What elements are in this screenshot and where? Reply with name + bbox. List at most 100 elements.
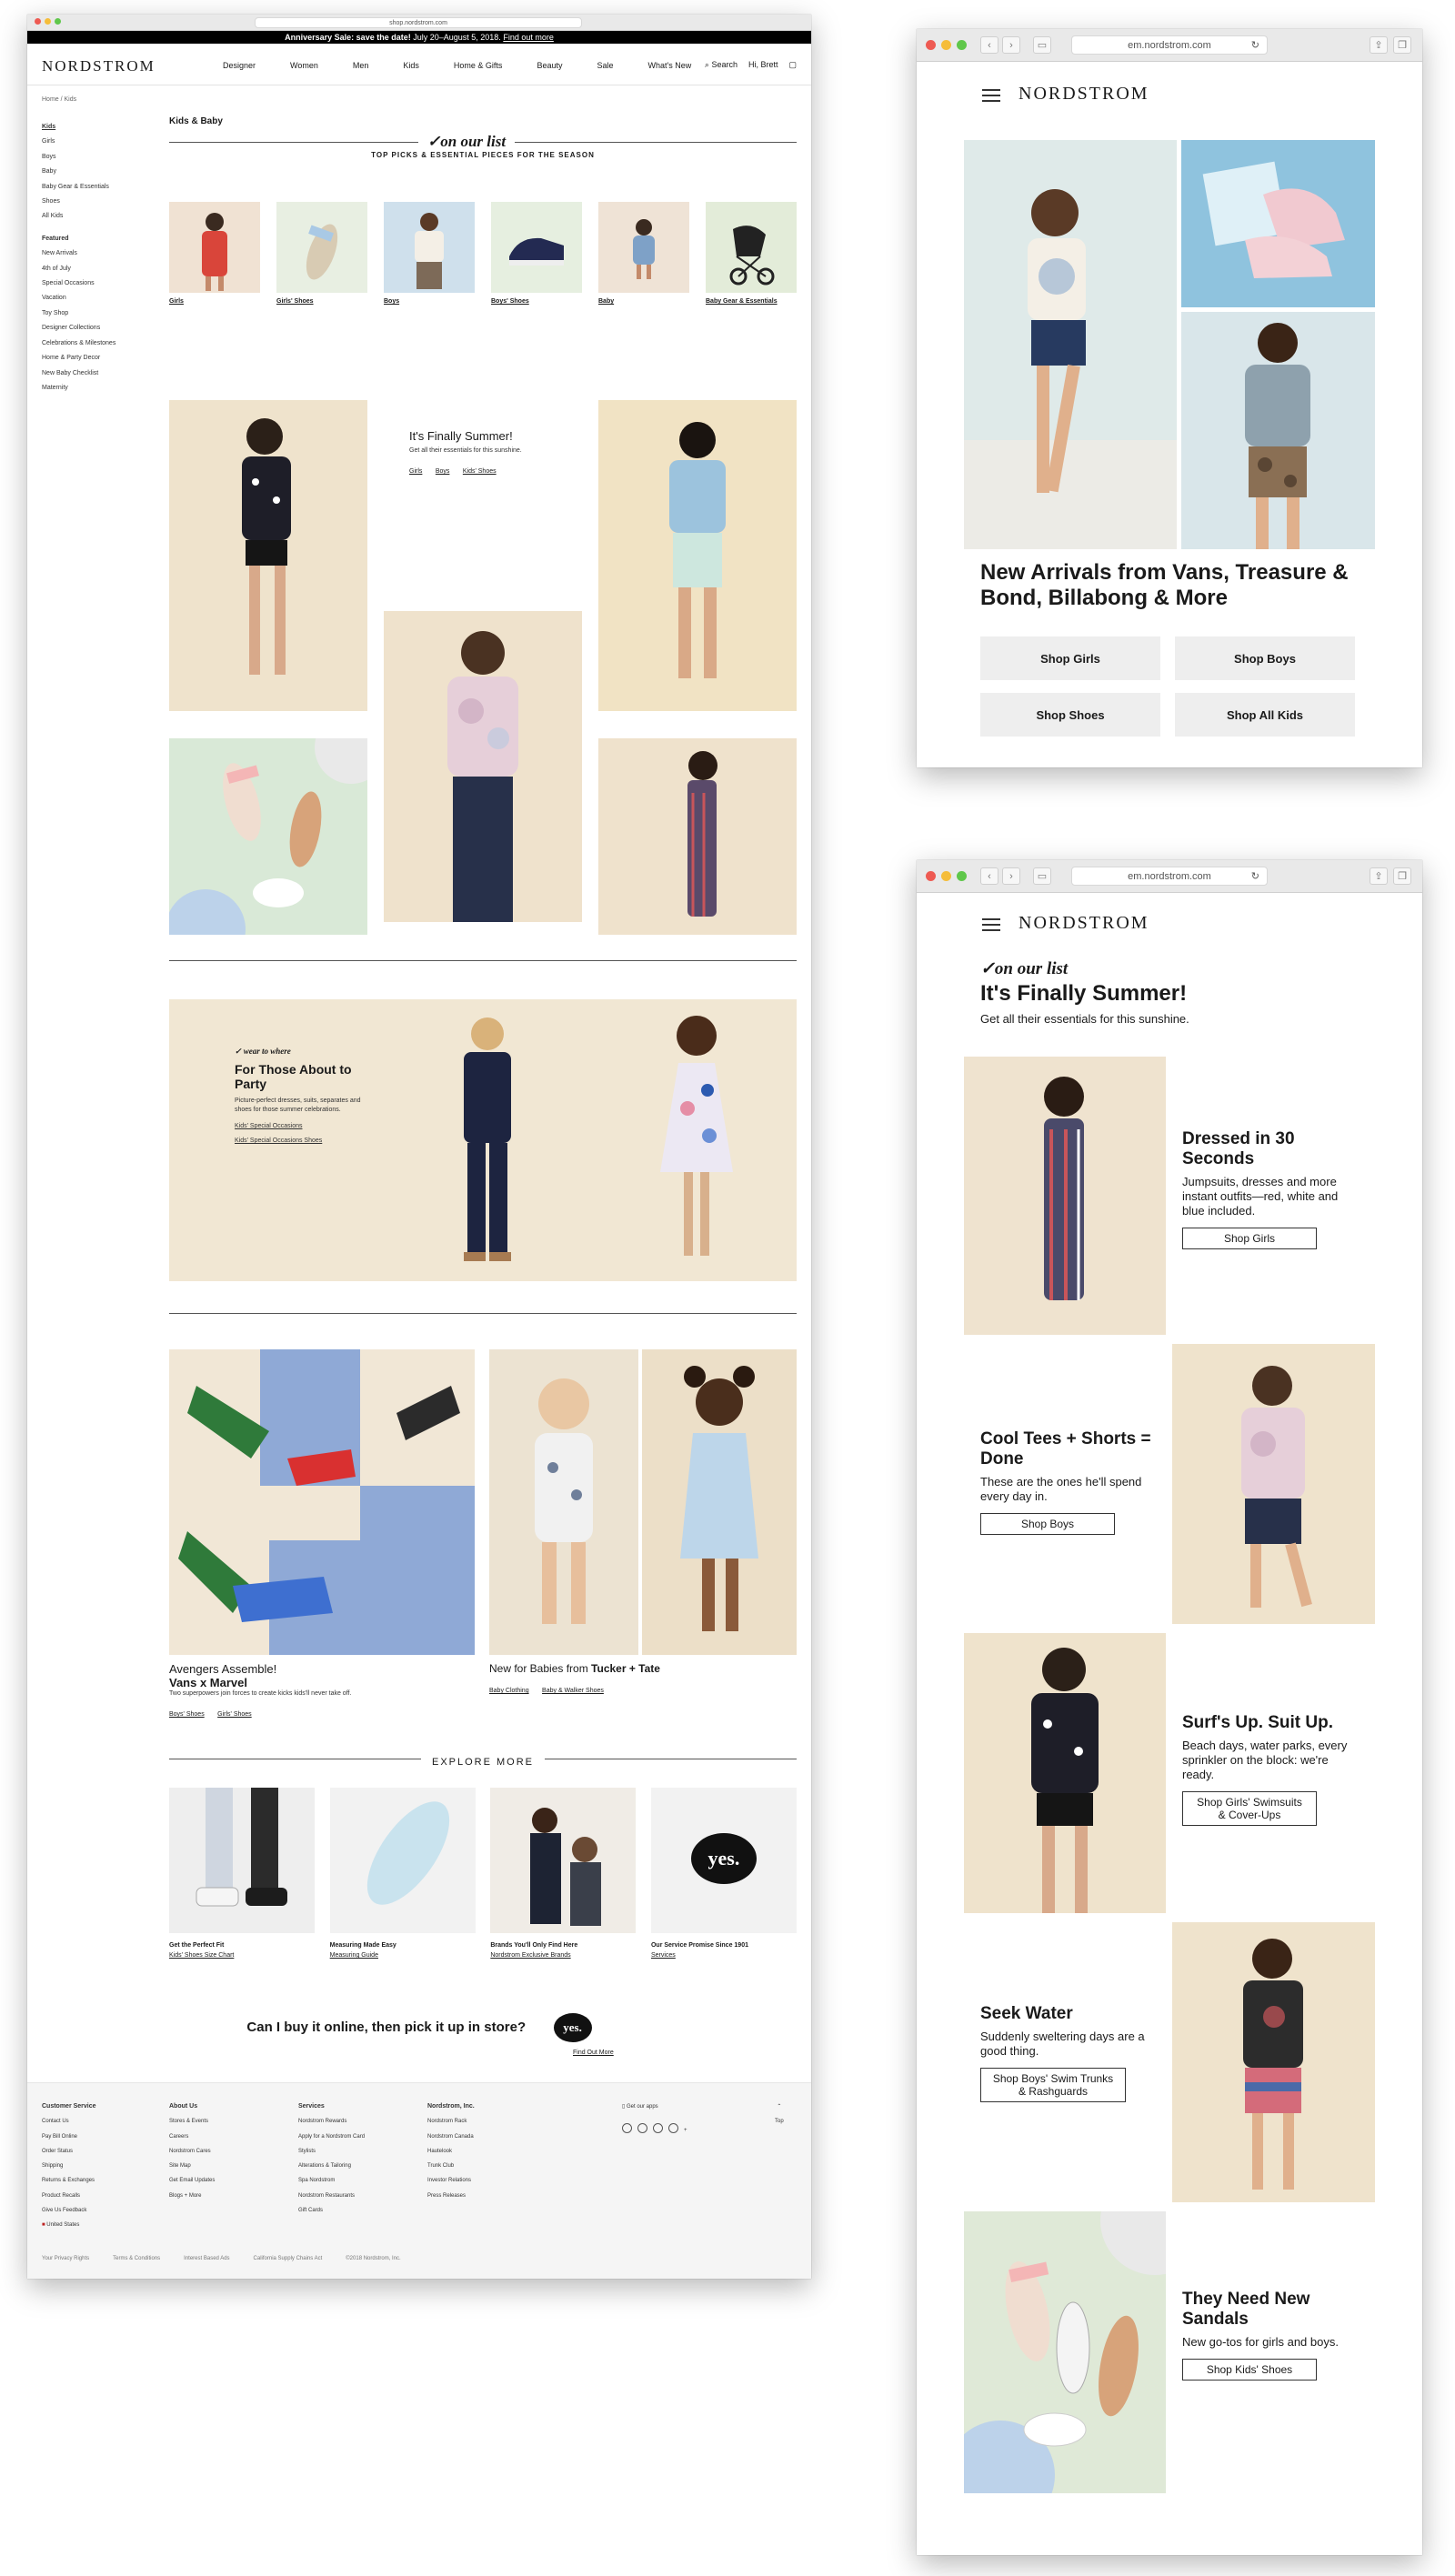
category-tile[interactable]: Girls <box>169 202 260 305</box>
category-image-baby[interactable] <box>598 202 689 293</box>
category-label[interactable]: Girls <box>169 298 260 305</box>
legal-link[interactable]: Your Privacy Rights <box>42 2256 89 2261</box>
shop-girls-button[interactable]: Shop Girls <box>980 636 1160 680</box>
sidebar-item-girls[interactable]: Girls <box>42 135 151 149</box>
row-image-tie-dye-boy[interactable] <box>1172 1344 1375 1624</box>
sidebar-item-special-occasions[interactable]: Special Occasions <box>42 276 151 291</box>
category-label[interactable]: Baby Gear & Essentials <box>706 298 797 305</box>
shop-shoes-button[interactable]: Shop Shoes <box>980 693 1160 737</box>
minimize-window-button[interactable] <box>45 18 51 25</box>
footer-link[interactable]: Nordstrom Rack <box>427 2114 475 2129</box>
summer-link-girls[interactable]: Girls <box>409 468 422 475</box>
vans-marvel-image[interactable] <box>169 1349 475 1655</box>
footer-link[interactable]: Alterations & Tailoring <box>298 2159 365 2173</box>
footer-link[interactable]: Pay Bill Online <box>42 2130 96 2144</box>
minimize-window-button[interactable] <box>941 40 951 50</box>
category-tile[interactable]: Girls' Shoes <box>276 202 367 305</box>
sidebar-item-designer[interactable]: Designer Collections <box>42 321 151 336</box>
footer-link[interactable]: Blogs + More <box>169 2189 215 2203</box>
footer-link[interactable]: Shipping <box>42 2159 96 2173</box>
explore-tile[interactable]: Brands You'll Only Find Here Nordstrom E… <box>490 1788 637 1959</box>
legal-link[interactable]: Interest Based Ads <box>184 2256 229 2261</box>
zoom-window-button[interactable] <box>957 40 967 50</box>
summer-image-swim-girl[interactable] <box>169 400 367 711</box>
nordstrom-logo[interactable]: NORDSTROM <box>1018 913 1149 934</box>
nav-women[interactable]: Women <box>290 61 318 70</box>
summer-image-sandals[interactable] <box>169 738 367 935</box>
category-label[interactable]: Girls' Shoes <box>276 298 367 305</box>
address-bar[interactable]: em.nordstrom.com ↻ <box>1071 867 1268 886</box>
sidebar-item-toy-shop[interactable]: Toy Shop <box>42 306 151 321</box>
sidebar-item-all-kids[interactable]: All Kids <box>42 209 151 224</box>
footer-link[interactable]: Press Releases <box>427 2189 475 2203</box>
category-label[interactable]: Baby <box>598 298 689 305</box>
shop-all-kids-button[interactable]: Shop All Kids <box>1175 693 1355 737</box>
footer-link[interactable]: Apply for a Nordstrom Card <box>298 2130 365 2144</box>
nav-sale[interactable]: Sale <box>597 61 613 70</box>
back-arrow-icon[interactable]: ‹ <box>980 867 998 885</box>
shop-kids-shoes-button[interactable]: Shop Kids' Shoes <box>1182 2359 1317 2381</box>
twitter-icon[interactable] <box>653 2123 663 2134</box>
party-link-occasions[interactable]: Kids' Special Occasions <box>235 1122 371 1131</box>
explore-link[interactable]: Kids' Shoes Size Chart <box>169 1952 315 1959</box>
explore-image-brands[interactable] <box>490 1788 637 1933</box>
explore-image-service[interactable]: yes. <box>650 1788 797 1933</box>
promo-link[interactable]: Find out more <box>503 33 554 42</box>
footer-link[interactable]: Nordstrom Cares <box>169 2144 215 2159</box>
nav-designer[interactable]: Designer <box>223 61 256 70</box>
row-image-sandals[interactable] <box>964 2211 1166 2493</box>
babies-link-shoes[interactable]: Baby & Walker Shoes <box>542 1688 604 1694</box>
category-image-girls-shoes[interactable] <box>276 202 367 293</box>
nav-kids[interactable]: Kids <box>403 61 419 70</box>
search-link[interactable]: ⌕ Search <box>705 60 738 70</box>
explore-image-measuring[interactable] <box>329 1788 476 1933</box>
footer-link[interactable]: Stores & Events <box>169 2114 215 2129</box>
babies-image-girl[interactable] <box>642 1349 797 1655</box>
explore-image-fit[interactable] <box>169 1788 315 1933</box>
shop-boys-button[interactable]: Shop Boys <box>980 1513 1115 1535</box>
footer-link[interactable]: Trunk Club <box>427 2159 475 2173</box>
sidebar-item-4th-of-july[interactable]: 4th of July <box>42 262 151 276</box>
forward-arrow-icon[interactable]: › <box>1002 36 1020 54</box>
reload-icon[interactable]: ↻ <box>1251 39 1259 51</box>
category-tile[interactable]: Boys' Shoes <box>491 202 582 305</box>
back-to-top[interactable]: ⌃ Top <box>775 2100 784 2130</box>
footer-link[interactable]: Get Email Updates <box>169 2173 215 2188</box>
footer-link[interactable]: Gift Cards <box>298 2203 365 2218</box>
footer-link[interactable]: Site Map <box>169 2159 215 2173</box>
nav-whats-new[interactable]: What's New <box>647 61 691 70</box>
sidebar-item-baby-checklist[interactable]: New Baby Checklist <box>42 366 151 381</box>
shop-girls-button[interactable]: Shop Girls <box>1182 1228 1317 1249</box>
minimize-window-button[interactable] <box>941 871 951 881</box>
nav-home-gifts[interactable]: Home & Gifts <box>454 61 503 70</box>
row-image-swim-boy[interactable] <box>1172 1922 1375 2202</box>
instagram-icon[interactable] <box>622 2123 632 2134</box>
footer-link[interactable]: Hautelook <box>427 2144 475 2159</box>
shop-girls-swimsuits-button[interactable]: Shop Girls' Swimsuits & Cover-Ups <box>1182 1791 1317 1826</box>
summer-link-shoes[interactable]: Kids' Shoes <box>463 468 497 475</box>
get-apps-link[interactable]: ▯ Get our apps <box>622 2100 687 2114</box>
babies-link-clothing[interactable]: Baby Clothing <box>489 1688 529 1694</box>
babies-image-boy[interactable] <box>489 1349 638 1655</box>
explore-tile[interactable]: Get the Perfect Fit Kids' Shoes Size Cha… <box>169 1788 315 1959</box>
zoom-window-button[interactable] <box>55 18 61 25</box>
window-controls[interactable] <box>926 871 967 881</box>
footer-link[interactable]: Nordstrom Rewards <box>298 2114 365 2129</box>
facebook-icon[interactable] <box>668 2123 678 2134</box>
row-image-swim-girl[interactable] <box>964 1633 1166 1913</box>
sidebar-toggle-icon[interactable]: ▭ <box>1033 36 1051 54</box>
sidebar-item-kids[interactable]: Kids <box>42 120 151 135</box>
footer-link[interactable]: Careers <box>169 2130 215 2144</box>
window-controls[interactable] <box>35 18 61 25</box>
footer-link[interactable]: Returns & Exchanges <box>42 2173 96 2188</box>
shop-boys-swim-button[interactable]: Shop Boys' Swim Trunks & Rashguards <box>980 2068 1126 2102</box>
explore-tile[interactable]: Measuring Made Easy Measuring Guide <box>329 1788 476 1959</box>
footer-link[interactable]: Stylists <box>298 2144 365 2159</box>
footer-link[interactable]: Order Status <box>42 2144 96 2159</box>
party-link-occasion-shoes[interactable]: Kids' Special Occasions Shoes <box>235 1137 371 1146</box>
close-window-button[interactable] <box>926 40 936 50</box>
window-controls[interactable] <box>926 40 967 50</box>
hero-image-girl[interactable] <box>964 140 1177 549</box>
explore-link[interactable]: Services <box>651 1952 797 1959</box>
more-icon[interactable]: + <box>684 2123 687 2138</box>
